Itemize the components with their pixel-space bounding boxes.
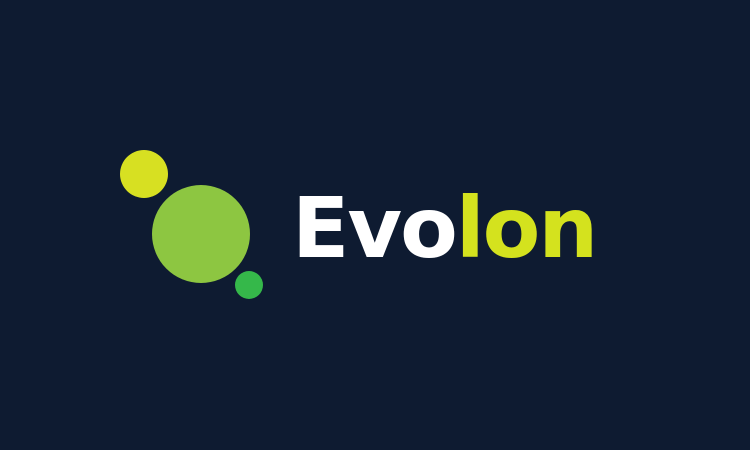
brand-name-part-2: lon — [455, 179, 598, 277]
brand-wordmark: Evolon — [292, 178, 598, 278]
logo-canvas: Evolon — [0, 0, 750, 450]
lime-circle-icon — [152, 185, 250, 283]
yellow-circle-icon — [120, 150, 168, 198]
green-circle-icon — [235, 271, 263, 299]
brand-name-part-1: Evo — [292, 179, 458, 277]
three-circles-logo-icon — [115, 145, 270, 305]
